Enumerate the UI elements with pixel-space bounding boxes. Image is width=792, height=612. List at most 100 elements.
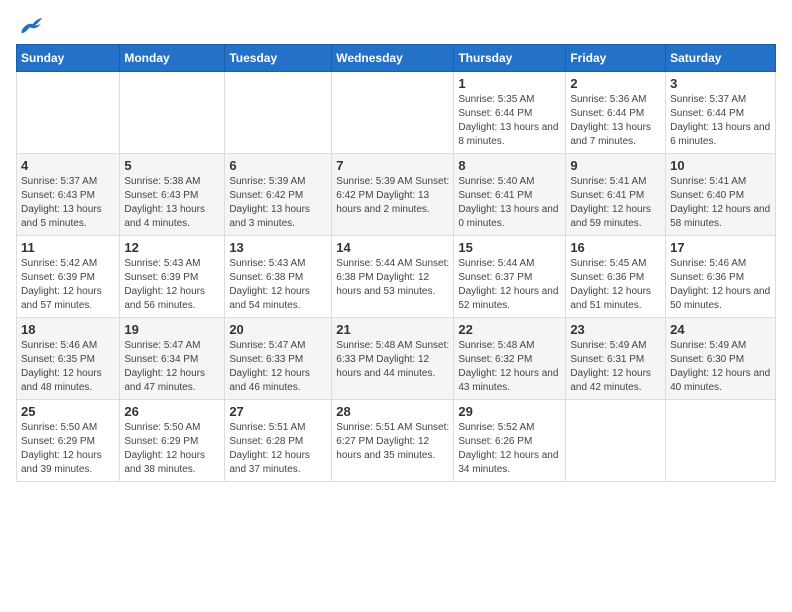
day-number: 25 — [21, 404, 115, 419]
day-number: 10 — [670, 158, 771, 173]
week-row: 4 Sunrise: 5:37 AM Sunset: 6:43 PM Daylig… — [17, 154, 776, 236]
day-number: 22 — [458, 322, 561, 337]
day-number: 12 — [124, 240, 220, 255]
day-info: Sunrise: 5:49 AM Sunset: 6:30 PM Dayligh… — [670, 339, 771, 395]
day-info: Sunrise: 5:43 AM Sunset: 6:38 PM Dayligh… — [229, 257, 327, 313]
day-number: 14 — [336, 240, 449, 255]
day-cell: 13 Sunrise: 5:43 AM Sunset: 6:38 PM Dayli… — [225, 236, 332, 318]
day-number: 29 — [458, 404, 561, 419]
day-cell — [225, 72, 332, 154]
day-number: 28 — [336, 404, 449, 419]
day-info: Sunrise: 5:49 AM Sunset: 6:31 PM Dayligh… — [570, 339, 661, 395]
day-number: 7 — [336, 158, 449, 173]
day-info: Sunrise: 5:50 AM Sunset: 6:29 PM Dayligh… — [124, 421, 220, 477]
day-number: 1 — [458, 76, 561, 91]
day-cell — [566, 400, 666, 482]
day-info: Sunrise: 5:41 AM Sunset: 6:41 PM Dayligh… — [570, 175, 661, 231]
day-info: Sunrise: 5:44 AM Sunset: 6:37 PM Dayligh… — [458, 257, 561, 313]
day-cell: 6 Sunrise: 5:39 AM Sunset: 6:42 PM Daylig… — [225, 154, 332, 236]
day-cell: 27 Sunrise: 5:51 AM Sunset: 6:28 PM Dayli… — [225, 400, 332, 482]
day-number: 19 — [124, 322, 220, 337]
header-cell: Sunday — [17, 45, 120, 72]
day-cell: 22 Sunrise: 5:48 AM Sunset: 6:32 PM Dayli… — [454, 318, 566, 400]
day-info: Sunrise: 5:41 AM Sunset: 6:40 PM Dayligh… — [670, 175, 771, 231]
day-cell: 8 Sunrise: 5:40 AM Sunset: 6:41 PM Daylig… — [454, 154, 566, 236]
day-info: Sunrise: 5:44 AM Sunset: 6:38 PM Dayligh… — [336, 257, 449, 299]
day-number: 6 — [229, 158, 327, 173]
day-info: Sunrise: 5:37 AM Sunset: 6:43 PM Dayligh… — [21, 175, 115, 231]
week-row: 25 Sunrise: 5:50 AM Sunset: 6:29 PM Dayli… — [17, 400, 776, 482]
header-cell: Wednesday — [332, 45, 454, 72]
day-number: 17 — [670, 240, 771, 255]
day-cell — [17, 72, 120, 154]
header-cell: Thursday — [454, 45, 566, 72]
day-info: Sunrise: 5:51 AM Sunset: 6:28 PM Dayligh… — [229, 421, 327, 477]
day-info: Sunrise: 5:40 AM Sunset: 6:41 PM Dayligh… — [458, 175, 561, 231]
day-info: Sunrise: 5:45 AM Sunset: 6:36 PM Dayligh… — [570, 257, 661, 313]
day-info: Sunrise: 5:38 AM Sunset: 6:43 PM Dayligh… — [124, 175, 220, 231]
day-number: 4 — [21, 158, 115, 173]
day-cell: 2Sunrise: 5:36 AM Sunset: 6:44 PM Daylig… — [566, 72, 666, 154]
header-cell: Saturday — [666, 45, 776, 72]
day-cell: 10 Sunrise: 5:41 AM Sunset: 6:40 PM Dayli… — [666, 154, 776, 236]
week-row: 1 Sunrise: 5:35 AM Sunset: 6:44 PM Daylig… — [17, 72, 776, 154]
day-number: 20 — [229, 322, 327, 337]
day-cell: 7 Sunrise: 5:39 AM Sunset: 6:42 PM Daylig… — [332, 154, 454, 236]
day-cell: 24 Sunrise: 5:49 AM Sunset: 6:30 PM Dayli… — [666, 318, 776, 400]
day-info: Sunrise: 5:48 AM Sunset: 6:32 PM Dayligh… — [458, 339, 561, 395]
day-info: Sunrise: 5:47 AM Sunset: 6:34 PM Dayligh… — [124, 339, 220, 395]
day-info: Sunrise: 5:39 AM Sunset: 6:42 PM Dayligh… — [336, 175, 449, 217]
day-info: Sunrise: 5:48 AM Sunset: 6:33 PM Dayligh… — [336, 339, 449, 381]
day-cell: 12 Sunrise: 5:43 AM Sunset: 6:39 PM Dayli… — [120, 236, 225, 318]
day-cell: 28Sunrise: 5:51 AM Sunset: 6:27 PM Dayli… — [332, 400, 454, 482]
header-row: SundayMondayTuesdayWednesdayThursdayFrid… — [17, 45, 776, 72]
day-number: 3 — [670, 76, 771, 91]
day-cell — [332, 72, 454, 154]
day-number: 11 — [21, 240, 115, 255]
day-cell: 16 Sunrise: 5:45 AM Sunset: 6:36 PM Dayli… — [566, 236, 666, 318]
header — [16, 16, 776, 36]
day-number: 27 — [229, 404, 327, 419]
day-number: 8 — [458, 158, 561, 173]
day-cell: 25 Sunrise: 5:50 AM Sunset: 6:29 PM Dayli… — [17, 400, 120, 482]
day-cell: 3Sunrise: 5:37 AM Sunset: 6:44 PM Daylig… — [666, 72, 776, 154]
day-info: Sunrise: 5:42 AM Sunset: 6:39 PM Dayligh… — [21, 257, 115, 313]
day-cell — [666, 400, 776, 482]
day-cell: 19 Sunrise: 5:47 AM Sunset: 6:34 PM Dayli… — [120, 318, 225, 400]
week-row: 18 Sunrise: 5:46 AM Sunset: 6:35 PM Dayli… — [17, 318, 776, 400]
day-cell: 15 Sunrise: 5:44 AM Sunset: 6:37 PM Dayli… — [454, 236, 566, 318]
day-info: Sunrise: 5:52 AM Sunset: 6:26 PM Dayligh… — [458, 421, 561, 477]
day-cell: 14 Sunrise: 5:44 AM Sunset: 6:38 PM Dayli… — [332, 236, 454, 318]
day-number: 24 — [670, 322, 771, 337]
day-cell: 23Sunrise: 5:49 AM Sunset: 6:31 PM Dayli… — [566, 318, 666, 400]
day-cell: 20 Sunrise: 5:47 AM Sunset: 6:33 PM Dayli… — [225, 318, 332, 400]
day-info: Sunrise: 5:36 AM Sunset: 6:44 PM Dayligh… — [570, 93, 661, 149]
day-info: Sunrise: 5:39 AM Sunset: 6:42 PM Dayligh… — [229, 175, 327, 231]
day-cell: 29 Sunrise: 5:52 AM Sunset: 6:26 PM Dayli… — [454, 400, 566, 482]
day-number: 5 — [124, 158, 220, 173]
header-cell: Tuesday — [225, 45, 332, 72]
bird-icon — [20, 16, 44, 36]
day-info: Sunrise: 5:43 AM Sunset: 6:39 PM Dayligh… — [124, 257, 220, 313]
calendar-table: SundayMondayTuesdayWednesdayThursdayFrid… — [16, 44, 776, 482]
day-info: Sunrise: 5:46 AM Sunset: 6:36 PM Dayligh… — [670, 257, 771, 313]
day-number: 26 — [124, 404, 220, 419]
day-cell: 21Sunrise: 5:48 AM Sunset: 6:33 PM Dayli… — [332, 318, 454, 400]
day-number: 13 — [229, 240, 327, 255]
day-cell — [120, 72, 225, 154]
day-number: 15 — [458, 240, 561, 255]
header-cell: Friday — [566, 45, 666, 72]
day-info: Sunrise: 5:47 AM Sunset: 6:33 PM Dayligh… — [229, 339, 327, 395]
day-cell: 11 Sunrise: 5:42 AM Sunset: 6:39 PM Dayli… — [17, 236, 120, 318]
day-cell: 1 Sunrise: 5:35 AM Sunset: 6:44 PM Daylig… — [454, 72, 566, 154]
day-info: Sunrise: 5:35 AM Sunset: 6:44 PM Dayligh… — [458, 93, 561, 149]
week-row: 11 Sunrise: 5:42 AM Sunset: 6:39 PM Dayli… — [17, 236, 776, 318]
day-number: 16 — [570, 240, 661, 255]
day-cell: 26 Sunrise: 5:50 AM Sunset: 6:29 PM Dayli… — [120, 400, 225, 482]
day-info: Sunrise: 5:46 AM Sunset: 6:35 PM Dayligh… — [21, 339, 115, 395]
day-number: 9 — [570, 158, 661, 173]
day-info: Sunrise: 5:50 AM Sunset: 6:29 PM Dayligh… — [21, 421, 115, 477]
day-number: 18 — [21, 322, 115, 337]
day-cell: 17 Sunrise: 5:46 AM Sunset: 6:36 PM Dayli… — [666, 236, 776, 318]
day-cell: 5 Sunrise: 5:38 AM Sunset: 6:43 PM Daylig… — [120, 154, 225, 236]
